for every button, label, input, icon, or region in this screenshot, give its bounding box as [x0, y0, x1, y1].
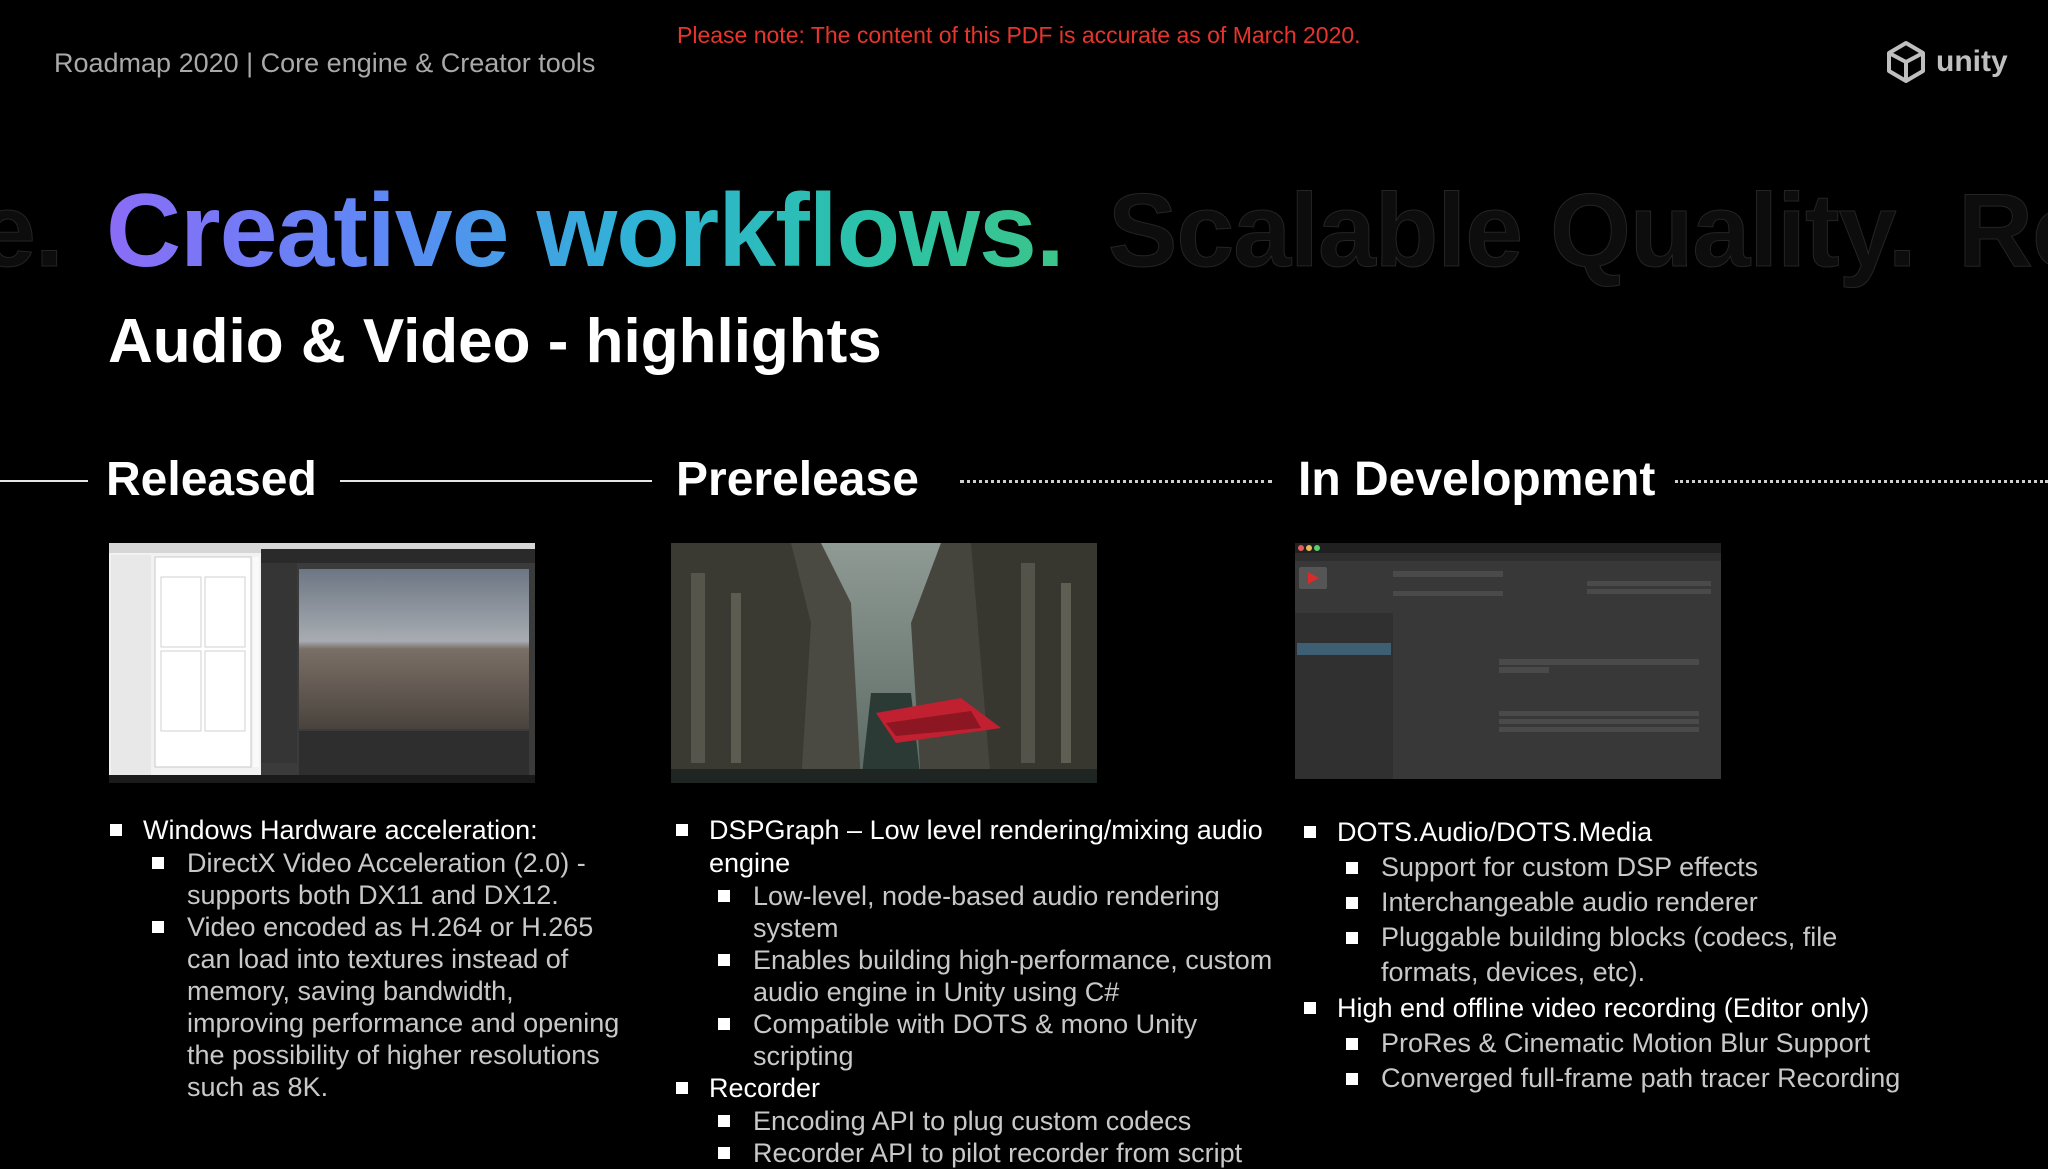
list-item: Enables building high-performance, custo…: [674, 944, 1284, 1008]
list-item: Windows Hardware acceleration:: [108, 814, 628, 847]
list-item: Low-level, node-based audio rendering sy…: [674, 880, 1284, 944]
in-development-bullet-list: DOTS.Audio/DOTS.Media Support for custom…: [1302, 814, 1902, 1096]
ghost-word-right: Scalable Quality.: [1108, 173, 1918, 290]
list-item: Pluggable building blocks (codecs, file …: [1302, 920, 1902, 990]
column-title-prerelease: Prerelease: [676, 453, 919, 506]
column-title-in-development: In Development: [1298, 453, 1656, 506]
released-bullet-list: Windows Hardware acceleration: DirectX V…: [108, 814, 628, 1103]
logo-text: unity: [1936, 45, 2008, 78]
divider-line: [340, 480, 652, 482]
prerelease-bullet-list: DSPGraph – Low level rendering/mixing au…: [674, 814, 1284, 1169]
released-screenshot: [109, 543, 535, 783]
divider-line: [960, 480, 1272, 483]
list-item: Encoding API to plug custom codecs: [674, 1105, 1284, 1137]
list-item: DirectX Video Acceleration (2.0) - suppo…: [108, 847, 628, 911]
list-item: ProRes & Cinematic Motion Blur Support: [1302, 1026, 1902, 1061]
list-item: Recorder: [674, 1072, 1284, 1105]
page-subtitle: Audio & Video - highlights: [108, 307, 882, 376]
deck-title: Roadmap 2020 | Core engine & Creator too…: [54, 48, 596, 78]
list-item: Converged full-frame path tracer Recordi…: [1302, 1061, 1902, 1096]
unity-cube-icon: [1887, 41, 1925, 83]
column-title-released: Released: [106, 453, 317, 506]
recorder-window-screenshot: [1295, 543, 1721, 779]
prerelease-render: [671, 543, 1097, 783]
list-item: Interchangeable audio renderer: [1302, 885, 1902, 920]
list-item: Support for custom DSP effects: [1302, 850, 1902, 885]
ghost-word-left: e.: [0, 173, 64, 290]
headline-row: e. Creative workflows. Scalable Quality.…: [0, 172, 2048, 292]
unity-logo: unity: [1884, 41, 2008, 83]
list-item: High end offline video recording (Editor…: [1302, 990, 1902, 1026]
ghost-word-far-right: Re: [1958, 173, 2048, 290]
list-item: Compatible with DOTS & mono Unity script…: [674, 1008, 1284, 1072]
list-item: DSPGraph – Low level rendering/mixing au…: [674, 814, 1284, 880]
divider-line: [1675, 480, 2048, 483]
headline: Creative workflows.: [106, 173, 1065, 289]
divider-line: [0, 480, 88, 482]
list-item: Recorder API to pilot recorder from scri…: [674, 1137, 1284, 1169]
accuracy-notice: Please note: The content of this PDF is …: [677, 22, 1361, 48]
list-item: DOTS.Audio/DOTS.Media: [1302, 814, 1902, 850]
list-item: Video encoded as H.264 or H.265 can load…: [108, 911, 628, 1103]
